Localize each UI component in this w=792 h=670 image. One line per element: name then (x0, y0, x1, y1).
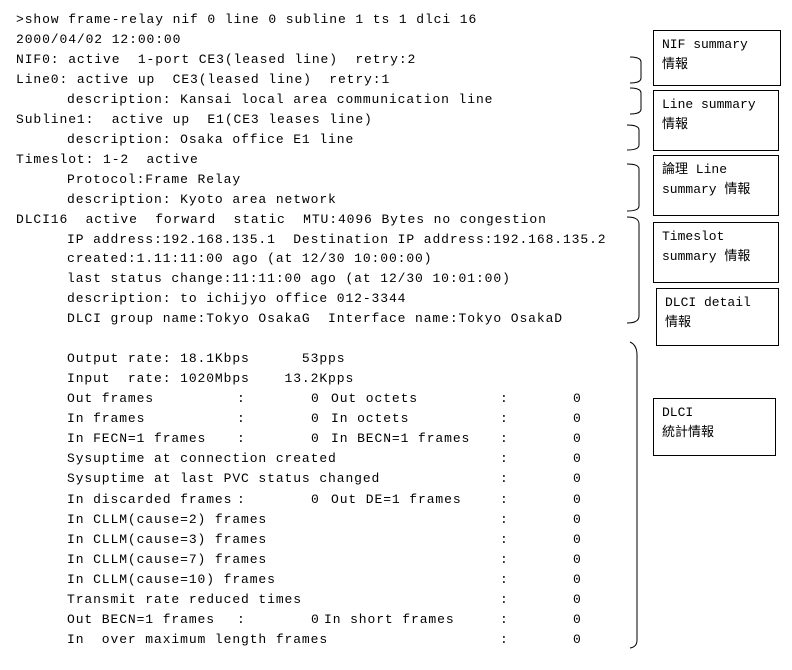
brace-timeslot (626, 163, 640, 212)
brace-dlci-stats (629, 341, 638, 649)
brace-nif (629, 56, 642, 84)
annotation-dlci-detail: DLCI detail 情報 (656, 288, 779, 346)
brace-dlci-detail (626, 216, 640, 324)
brace-line (629, 87, 642, 115)
annotation-line-summary: Line summary 情報 (653, 90, 779, 151)
annotation-logical-line-summary: 論理 Line summary 情報 (653, 155, 779, 216)
annotation-timeslot-summary: Timeslot summary 情報 (653, 222, 779, 283)
annotation-nif-summary: NIF summary 情報 (653, 30, 781, 86)
annotation-dlci-stats: DLCI 統計情報 (653, 398, 776, 456)
brace-subline (626, 124, 640, 151)
